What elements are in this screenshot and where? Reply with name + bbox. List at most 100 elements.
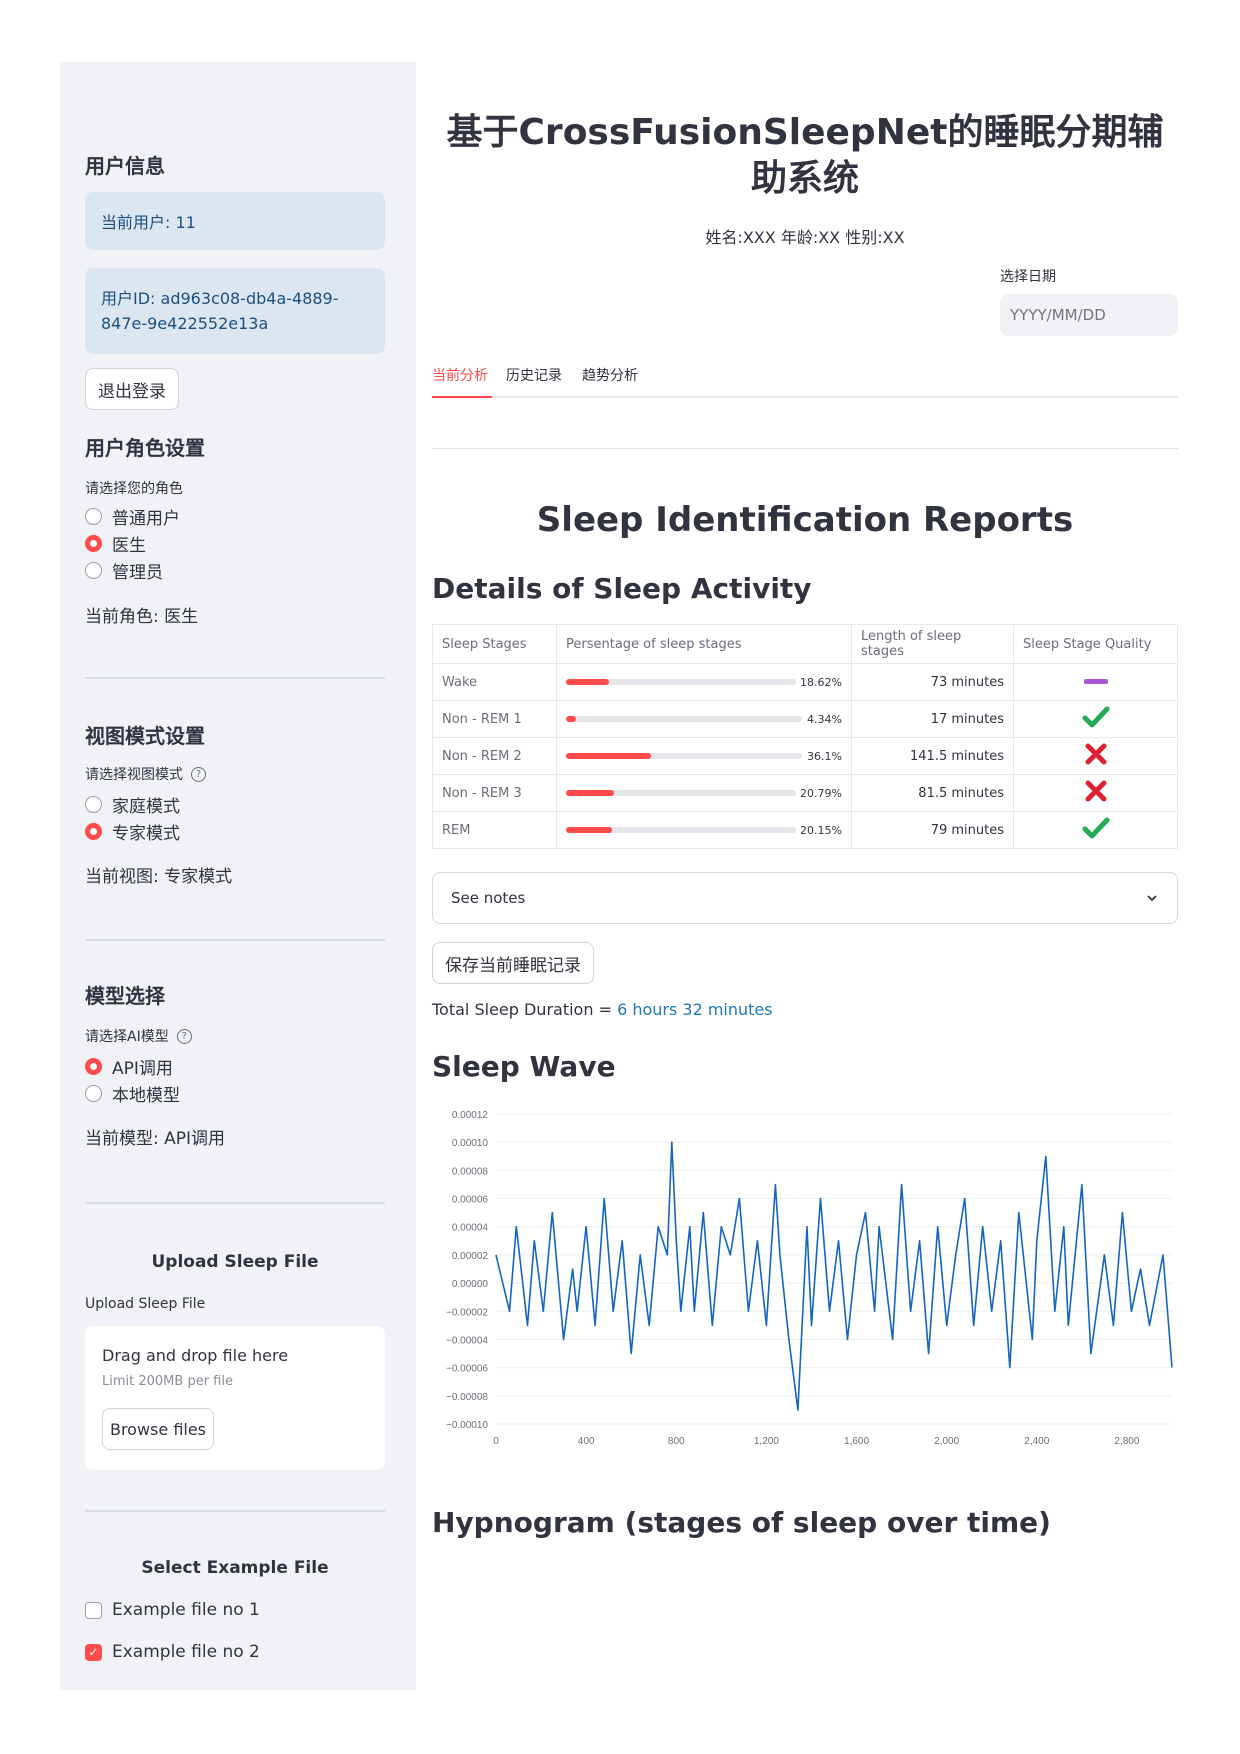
sidebar: 用户信息 当前用户: 11 用户ID: ad963c08-db4a-4889-8…: [60, 62, 416, 1690]
view-option-expert[interactable]: 专家模式: [85, 819, 180, 844]
table-row: Wake 18.62% 73 minutes: [432, 663, 1178, 701]
model-option-local[interactable]: 本地模型: [85, 1081, 180, 1106]
stage-quality: [1013, 737, 1178, 775]
tab-bar: 当前分析 历史记录 趋势分析: [432, 362, 1178, 398]
radio-selected-icon[interactable]: [85, 1058, 102, 1075]
percentage-bar-fill: [566, 716, 577, 722]
help-icon[interactable]: ?: [191, 766, 206, 782]
column-header[interactable]: Sleep Stages: [432, 624, 557, 664]
view-prompt-text: 请选择视图模式: [85, 767, 183, 783]
y-tick-label: 0.00012: [452, 1110, 489, 1121]
y-tick-label: 0.00000: [452, 1279, 489, 1290]
section-divider: [432, 448, 1178, 449]
view-prompt: 请选择视图模式?: [85, 764, 206, 784]
table-row: Non - REM 2 36.1% 141.5 minutes: [432, 737, 1178, 775]
radio-selected-icon[interactable]: [85, 823, 102, 840]
example-heading: Select Example File: [141, 1558, 329, 1578]
report-title: Sleep Identification Reports: [536, 500, 1074, 540]
stage-percentage: 4.34%: [556, 700, 852, 738]
y-tick-label: −0.00002: [446, 1307, 488, 1318]
stage-name: Non - REM 2: [432, 737, 557, 775]
role-option-user[interactable]: 普通用户: [85, 504, 180, 529]
model-option-label: API调用: [112, 1059, 173, 1079]
column-header[interactable]: Persentage of sleep stages: [556, 624, 852, 664]
percentage-text: 4.34%: [807, 712, 842, 726]
radio-icon[interactable]: [85, 1085, 102, 1102]
logout-button[interactable]: 退出登录: [85, 368, 179, 410]
stage-percentage: 20.79%: [556, 774, 852, 812]
cross-icon: [1085, 780, 1106, 802]
tab-trend[interactable]: 趋势分析: [582, 365, 638, 385]
upload-heading: Upload Sleep File: [151, 1252, 319, 1272]
user-info-heading: 用户信息: [85, 154, 165, 178]
radio-icon[interactable]: [85, 562, 102, 579]
example-file-label: Example file no 2: [112, 1642, 260, 1662]
stage-quality: [1013, 663, 1178, 701]
model-prompt-text: 请选择AI模型: [85, 1029, 169, 1045]
tab-history[interactable]: 历史记录: [506, 365, 562, 385]
column-header[interactable]: Length of sleep stages: [851, 624, 1014, 664]
date-input[interactable]: [1000, 294, 1178, 336]
percentage-text: 20.15%: [800, 823, 842, 837]
percentage-bar: [566, 679, 797, 685]
details-heading: Details of Sleep Activity: [432, 572, 812, 605]
upload-label-text: Upload Sleep File: [85, 1296, 206, 1312]
model-option-api[interactable]: API调用: [85, 1054, 173, 1079]
role-option-admin[interactable]: 管理员: [85, 558, 163, 583]
wave-series-line: [495, 1141, 1173, 1411]
stage-quality: [1013, 700, 1178, 738]
percentage-bar-fill: [566, 827, 613, 833]
stage-length: 79 minutes: [851, 811, 1014, 849]
stage-length: 73 minutes: [851, 663, 1014, 701]
tab-current-analysis[interactable]: 当前分析: [432, 365, 488, 385]
role-option-doctor[interactable]: 医生: [85, 531, 146, 556]
x-tick-label: 1,200: [754, 1436, 779, 1447]
stage-length: 81.5 minutes: [851, 774, 1014, 812]
percentage-bar: [566, 753, 802, 759]
y-tick-label: 0.00006: [452, 1195, 489, 1206]
role-option-label: 医生: [112, 536, 146, 556]
role-settings-heading: 用户角色设置: [85, 436, 205, 460]
column-header[interactable]: Sleep Stage Quality: [1013, 624, 1178, 664]
percentage-bar: [566, 716, 802, 722]
sleep-stages-table: Sleep Stages Persentage of sleep stages …: [432, 624, 1178, 849]
role-option-label: 普通用户: [112, 509, 180, 529]
stage-name: Wake: [432, 663, 557, 701]
y-tick-label: −0.00004: [446, 1335, 488, 1346]
help-icon[interactable]: ?: [176, 1028, 192, 1044]
example-file-2[interactable]: ✓ Example file no 2: [85, 1642, 260, 1662]
percentage-text: 20.79%: [800, 786, 842, 800]
y-tick-label: 0.00004: [452, 1223, 489, 1234]
total-sleep-duration: Total Sleep Duration = 6 hours 32 minute…: [432, 1000, 773, 1019]
percentage-bar: [566, 790, 797, 796]
y-tick-label: 0.00010: [452, 1138, 489, 1149]
user-id-info: 用户ID: ad963c08-db4a-4889-847e-9e422552e1…: [85, 268, 385, 354]
active-tab-indicator: [432, 396, 492, 398]
checkbox-checked-icon[interactable]: ✓: [85, 1643, 102, 1661]
role-prompt: 请选择您的角色: [85, 478, 183, 498]
sleep-wave-chart: 0.00012 0.00010 0.00008 0.00006 0.00004 0.000…: [446, 1110, 1173, 1447]
table-row: Non - REM 3 20.79% 81.5 minutes: [432, 774, 1178, 812]
y-tick-label: −0.00006: [446, 1364, 488, 1375]
checkbox-icon[interactable]: [85, 1601, 102, 1619]
y-tick-label: 0.00008: [452, 1166, 489, 1177]
percentage-bar: [566, 827, 797, 833]
save-record-button[interactable]: 保存当前睡眠记录: [432, 942, 594, 984]
view-option-home[interactable]: 家庭模式: [85, 792, 180, 817]
table-row: Non - REM 1 4.34% 17 minutes: [432, 700, 1178, 738]
view-option-label: 家庭模式: [112, 797, 180, 817]
stage-percentage: 18.62%: [556, 663, 852, 701]
see-notes-expander[interactable]: See notes: [432, 872, 1178, 924]
file-dropzone[interactable]: Drag and drop file here Limit 200MB per …: [85, 1326, 385, 1470]
radio-icon[interactable]: [85, 796, 102, 813]
current-model-text: 当前模型: API调用: [85, 1129, 226, 1149]
example-file-1[interactable]: Example file no 1: [85, 1600, 260, 1620]
percentage-text: 18.62%: [800, 675, 842, 689]
current-role-text: 当前角色: 医生: [85, 607, 199, 627]
percentage-bar-fill: [566, 753, 652, 759]
radio-icon[interactable]: [85, 508, 102, 525]
sleep-wave-heading: Sleep Wave: [432, 1050, 616, 1083]
x-tick-label: 2,400: [1024, 1436, 1049, 1447]
browse-files-button[interactable]: Browse files: [102, 1408, 214, 1450]
radio-selected-icon[interactable]: [85, 535, 102, 552]
